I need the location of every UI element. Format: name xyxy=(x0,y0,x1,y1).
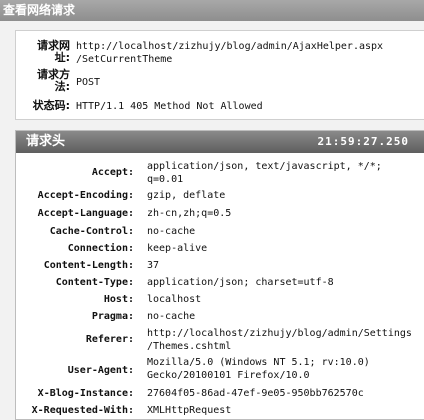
header-name: Connection: xyxy=(67,243,134,254)
header-value: no-cache xyxy=(147,311,196,322)
header-name: X-Requested-With: xyxy=(31,405,134,416)
header-value[interactable]: http://localhost/zizhujy/blog/admin/Sett… xyxy=(147,327,412,353)
header-name: Content-Length: xyxy=(43,260,134,271)
header-value: zh-cn,zh;q=0.5 xyxy=(147,208,232,219)
request-headers-title: 请求头 xyxy=(26,134,66,149)
request-url-value-line2: /SetCurrentTheme xyxy=(76,54,173,65)
request-url-value[interactable]: http://localhost/zizhujy/blog/admin/Ajax… xyxy=(76,40,383,66)
request-method-label: 请求方 法: xyxy=(26,69,70,93)
header-name: Accept: xyxy=(91,167,134,178)
request-method-value: POST xyxy=(76,77,101,88)
request-summary-panel: 请求网 址: http://localhost/zizhujy/blog/adm… xyxy=(15,30,424,120)
header-value: 37 xyxy=(147,260,160,271)
request-headers-timestamp: 21:59:27.250 xyxy=(317,135,409,148)
request-url-value-line1: http://localhost/zizhujy/blog/admin/Ajax… xyxy=(76,41,384,52)
header-name: Content-Type: xyxy=(55,277,134,288)
header-value-line1: application/json, text/javascript, */*; xyxy=(147,161,382,172)
header-name: Cache-Control: xyxy=(49,226,134,237)
header-value: application/json, text/javascript, */*; … xyxy=(147,160,382,186)
response-status-value: HTTP/1.1 405 Method Not Allowed xyxy=(76,101,263,112)
request-url-label-line2: 址: xyxy=(54,51,70,64)
header-value: Mozilla/5.0 (Windows NT 5.1; rv:10.0) Ge… xyxy=(147,356,370,382)
header-value: 27604f05-86ad-47ef-9e05-950bb762570c xyxy=(147,388,364,399)
header-name: Accept-Language: xyxy=(37,208,134,219)
request-url-label: 请求网 址: xyxy=(26,40,70,64)
header-value-line2: Gecko/20100101 Firefox/10.0 xyxy=(147,370,310,381)
header-value-line2: /Themes.cshtml xyxy=(147,341,232,352)
header-value: XMLHttpRequest xyxy=(147,405,232,416)
header-value: localhost xyxy=(147,294,202,305)
header-value-line2: q=0.01 xyxy=(147,174,184,185)
header-value-line1: Mozilla/5.0 (Windows NT 5.1; rv:10.0) xyxy=(147,357,370,368)
window-title: 查看网络请求 xyxy=(0,0,424,21)
header-name: Referer: xyxy=(85,334,134,345)
header-value: gzip, deflate xyxy=(147,190,226,201)
header-name: User-Agent: xyxy=(67,365,134,376)
header-name: X-Blog-Instance: xyxy=(37,388,134,399)
request-headers-titlebar: 请求头 21:59:27.250 xyxy=(16,131,424,153)
response-status-label: 状态码: xyxy=(32,99,70,112)
header-name: Pragma: xyxy=(91,311,134,322)
header-value: no-cache xyxy=(147,226,196,237)
request-method-label-line2: 法: xyxy=(54,80,70,93)
header-name: Host: xyxy=(103,294,134,305)
header-value: keep-alive xyxy=(147,243,208,254)
header-name: Accept-Encoding: xyxy=(37,190,134,201)
header-value: application/json; charset=utf-8 xyxy=(147,277,334,288)
request-headers-panel: 请求头 21:59:27.250 Accept: application/jso… xyxy=(15,130,424,420)
header-value-line1: http://localhost/zizhujy/blog/admin/Sett… xyxy=(147,328,412,339)
